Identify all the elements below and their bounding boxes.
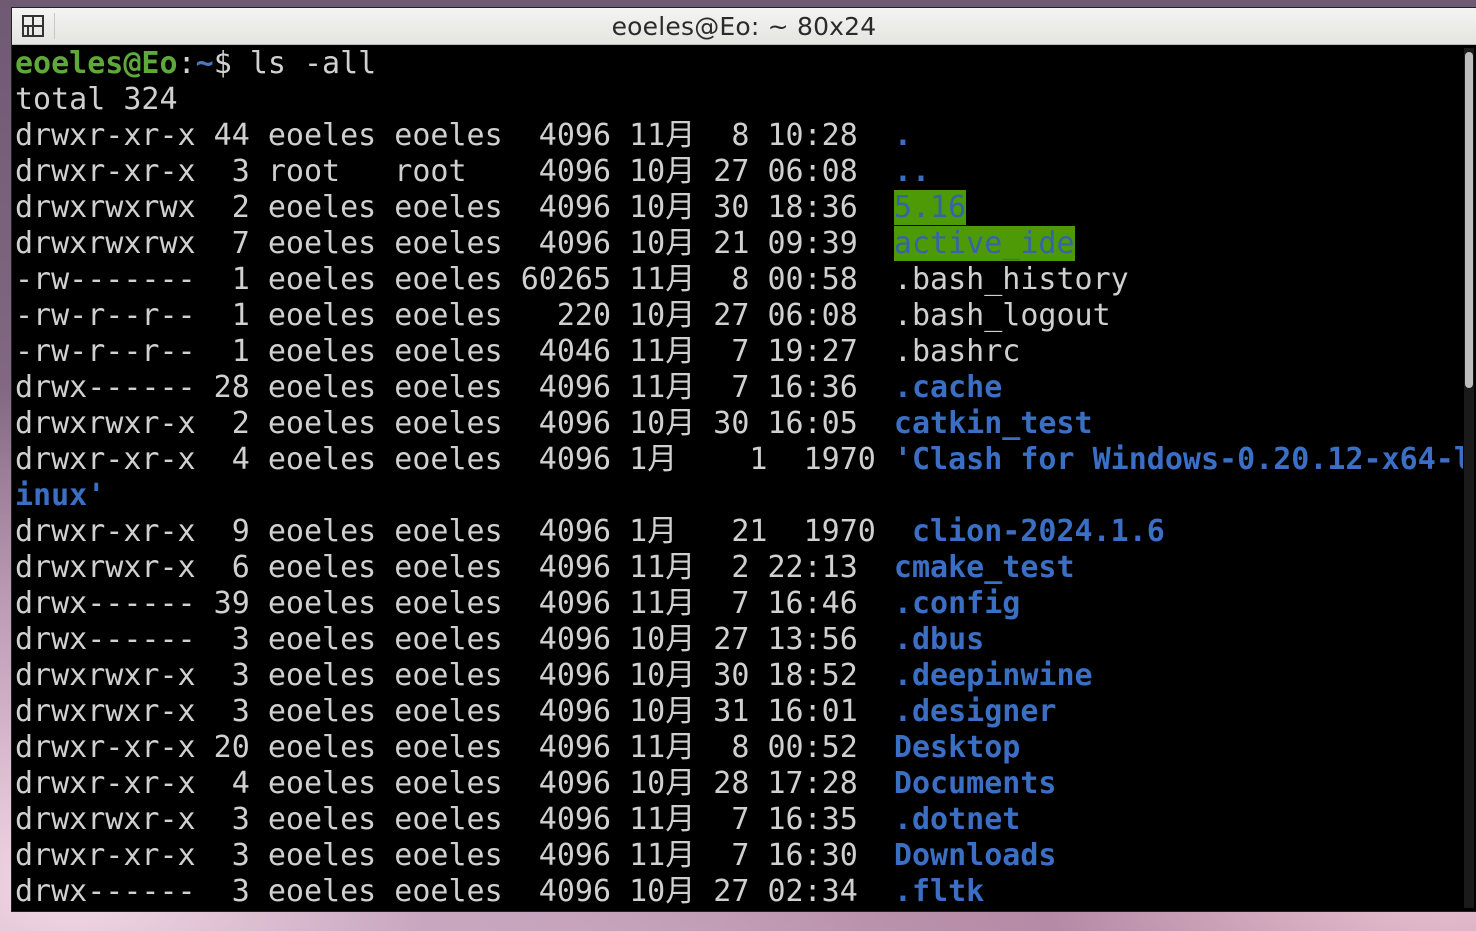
file-name: Documents xyxy=(893,766,1057,801)
command-text: ls -all xyxy=(249,46,377,81)
listing-row: drwxr-xr-x 44 eoeles eoeles 4096 11月 8 1… xyxy=(15,118,1463,154)
file-name: .bash_logout xyxy=(893,298,1111,333)
file-name: .. xyxy=(893,154,931,189)
file-name: .fltk xyxy=(893,874,985,908)
file-name: .deepinwine xyxy=(893,658,1093,693)
prompt-separator: : xyxy=(177,46,196,81)
grid-icon xyxy=(22,15,44,37)
terminal-window[interactable]: eoeles@Eo: ~ 80x24 eoeles@Eo:~$ ls -all … xyxy=(12,8,1476,911)
file-meta: drwxr-xr-x 20 eoeles eoeles 4096 11月 8 0… xyxy=(15,730,894,765)
file-meta: drwxr-xr-x 4 eoeles eoeles 4096 10月 28 1… xyxy=(15,766,894,801)
file-name: .cache xyxy=(893,370,1003,405)
terminal-output[interactable]: eoeles@Eo:~$ ls -all total 324 drwxr-xr-… xyxy=(15,46,1463,908)
file-name: cmake_test xyxy=(893,550,1075,585)
listing-row: drwxr-xr-x 3 root root 4096 10月 27 06:08… xyxy=(15,154,1463,190)
listing-row: inux' xyxy=(15,478,1463,514)
listing-row: drwxrwxrwx 7 eoeles eoeles 4096 10月 21 0… xyxy=(15,226,1463,262)
listing-row: drwxr-xr-x 9 eoeles eoeles 4096 1月 21 19… xyxy=(15,514,1463,550)
file-meta: drwxrwxr-x 6 eoeles eoeles 4096 11月 2 22… xyxy=(15,550,894,585)
file-name: .bash_history xyxy=(893,262,1129,297)
file-meta: drwxrwxr-x 3 eoeles eoeles 4096 11月 7 16… xyxy=(15,802,894,837)
file-meta: drwxr-xr-x 3 eoeles eoeles 4096 11月 7 16… xyxy=(15,838,894,873)
scrollbar-thumb[interactable] xyxy=(1465,52,1473,388)
file-meta: -rw-r--r-- 1 eoeles eoeles 220 10月 27 06… xyxy=(15,298,894,333)
file-meta: drwx------ 28 eoeles eoeles 4096 11月 7 1… xyxy=(15,370,894,405)
file-name: .config xyxy=(893,586,1021,621)
file-meta: drwxr-xr-x 3 root root 4096 10月 27 06:08 xyxy=(15,154,894,189)
file-name: Desktop xyxy=(893,730,1021,765)
file-meta: drwx------ 3 eoeles eoeles 4096 10月 27 1… xyxy=(15,622,894,657)
terminal-menu-icon[interactable] xyxy=(20,13,55,39)
listing-row: drwxrwxr-x 3 eoeles eoeles 4096 11月 7 16… xyxy=(15,802,1463,838)
file-meta: drwxr-xr-x 44 eoeles eoeles 4096 11月 8 1… xyxy=(15,118,894,153)
listing-row: drwx------ 3 eoeles eoeles 4096 10月 27 0… xyxy=(15,874,1463,908)
file-name: .designer xyxy=(893,694,1057,729)
listing-row: drwxr-xr-x 20 eoeles eoeles 4096 11月 8 0… xyxy=(15,730,1463,766)
title-bar[interactable]: eoeles@Eo: ~ 80x24 xyxy=(12,8,1476,45)
listing-row: drwxrwxr-x 6 eoeles eoeles 4096 11月 2 22… xyxy=(15,550,1463,586)
file-meta: drwxrwxr-x 3 eoeles eoeles 4096 10月 30 1… xyxy=(15,658,894,693)
listing-row: drwxr-xr-x 4 eoeles eoeles 4096 10月 28 1… xyxy=(15,766,1463,802)
file-meta: drwx------ 39 eoeles eoeles 4096 11月 7 1… xyxy=(15,586,894,621)
listing-row: drwx------ 28 eoeles eoeles 4096 11月 7 1… xyxy=(15,370,1463,406)
file-meta: drwxr-xr-x 4 eoeles eoeles 4096 1月 1 197… xyxy=(15,442,894,477)
prompt-user-host: eoeles@Eo xyxy=(15,46,178,81)
file-meta: drwx------ 3 eoeles eoeles 4096 10月 27 0… xyxy=(15,874,894,908)
scrollbar[interactable] xyxy=(1464,48,1474,908)
listing-row: drwx------ 3 eoeles eoeles 4096 10月 27 1… xyxy=(15,622,1463,658)
file-name: inux' xyxy=(15,478,106,513)
file-meta: drwxrwxrwx 7 eoeles eoeles 4096 10月 21 0… xyxy=(15,226,894,261)
prompt-line: eoeles@Eo:~$ ls -all xyxy=(15,46,1463,82)
listing-row: drwxr-xr-x 3 eoeles eoeles 4096 11月 7 16… xyxy=(15,838,1463,874)
file-name: .dbus xyxy=(893,622,985,657)
listing-row: drwxrwxr-x 3 eoeles eoeles 4096 10月 31 1… xyxy=(15,694,1463,730)
listing-rows: drwxr-xr-x 44 eoeles eoeles 4096 11月 8 1… xyxy=(15,118,1463,908)
file-name: . xyxy=(893,118,912,153)
file-meta: drwxrwxr-x 2 eoeles eoeles 4096 10月 30 1… xyxy=(15,406,894,441)
file-name: .bashrc xyxy=(893,334,1021,369)
file-name: catkin_test xyxy=(893,406,1093,441)
listing-row: -rw-r--r-- 1 eoeles eoeles 4046 11月 7 19… xyxy=(15,334,1463,370)
listing-row: drwxrwxrwx 2 eoeles eoeles 4096 10月 30 1… xyxy=(15,190,1463,226)
file-name: active_ide xyxy=(893,226,1075,261)
file-meta: -rw------- 1 eoeles eoeles 60265 11月 8 0… xyxy=(15,262,894,297)
file-name: .dotnet xyxy=(893,802,1021,837)
file-name: 5.16 xyxy=(893,190,967,225)
listing-row: drwxrwxr-x 3 eoeles eoeles 4096 10月 30 1… xyxy=(15,658,1463,694)
file-meta: drwxrwxr-x 3 eoeles eoeles 4096 10月 31 1… xyxy=(15,694,894,729)
file-meta: drwxr-xr-x 9 eoeles eoeles 4096 1月 21 19… xyxy=(15,514,912,549)
listing-row: -rw-r--r-- 1 eoeles eoeles 220 10月 27 06… xyxy=(15,298,1463,334)
listing-row: drwxr-xr-x 4 eoeles eoeles 4096 1月 1 197… xyxy=(15,442,1463,478)
file-meta: -rw-r--r-- 1 eoeles eoeles 4046 11月 7 19… xyxy=(15,334,894,369)
file-name: clion-2024.1.6 xyxy=(911,514,1165,549)
listing-row: drwxrwxr-x 2 eoeles eoeles 4096 10月 30 1… xyxy=(15,406,1463,442)
prompt-dollar: $ xyxy=(213,46,250,81)
window-title: eoeles@Eo: ~ 80x24 xyxy=(611,11,877,41)
total-line: total 324 xyxy=(15,82,178,117)
file-name: 'Clash for Windows-0.20.12-x64-l xyxy=(893,442,1463,477)
prompt-path: ~ xyxy=(195,46,214,81)
listing-row: -rw------- 1 eoeles eoeles 60265 11月 8 0… xyxy=(15,262,1463,298)
listing-row: drwx------ 39 eoeles eoeles 4096 11月 7 1… xyxy=(15,586,1463,622)
file-name: Downloads xyxy=(893,838,1057,873)
file-meta: drwxrwxrwx 2 eoeles eoeles 4096 10月 30 1… xyxy=(15,190,894,225)
